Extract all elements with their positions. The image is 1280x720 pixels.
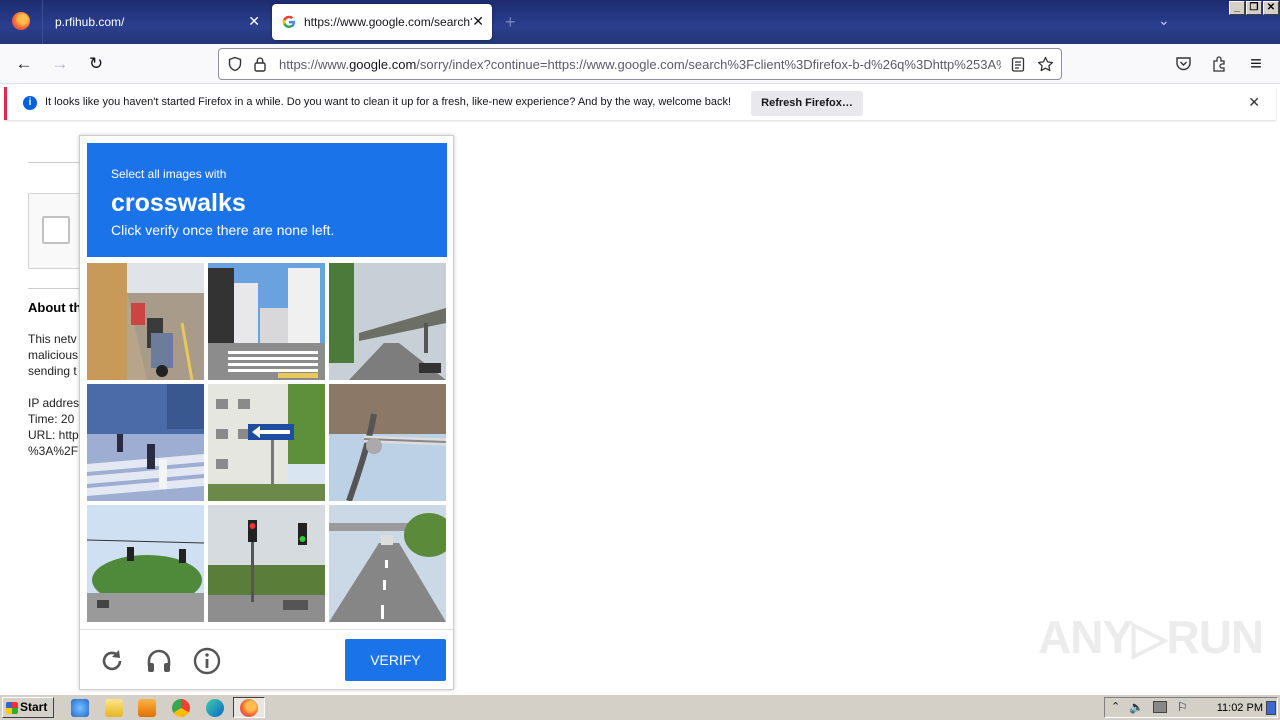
about-heading: About th [28, 300, 80, 315]
chevron-down-icon[interactable]: ⌄ [1158, 12, 1170, 29]
firefox-logo-icon[interactable] [12, 12, 30, 30]
image-tile-traffic-lights-intersection[interactable] [208, 505, 325, 622]
anyrun-watermark: ANY▷RUN [1038, 611, 1264, 663]
url-prefix: https://www. [279, 57, 350, 72]
page-text-line: URL: http [28, 428, 79, 442]
firefox-icon [240, 699, 258, 717]
image-tile-people-crosswalk[interactable] [87, 384, 204, 501]
recaptcha-checkbox[interactable] [42, 216, 70, 244]
challenge-target: crosswalks [111, 189, 246, 217]
page-text-line: IP addres [28, 396, 80, 410]
lock-icon[interactable] [253, 56, 267, 72]
tab-label: https://www.google.com/search?client= [304, 15, 472, 29]
notification-text: It looks like you haven't started Firefo… [45, 96, 732, 108]
ie-icon[interactable] [71, 699, 89, 717]
edge-icon[interactable] [206, 699, 224, 717]
taskbar-firefox-button[interactable] [233, 697, 265, 718]
image-tile-overpass-road[interactable] [329, 263, 446, 380]
minimize-button[interactable]: _ [1229, 1, 1245, 15]
close-icon[interactable]: ✕ [1248, 94, 1260, 111]
page-text-line: malicious [28, 348, 79, 362]
image-tile-scooter-street[interactable] [87, 263, 204, 380]
info-icon[interactable] [192, 646, 222, 676]
forward-arrow-icon[interactable]: → [50, 54, 70, 74]
page-text-line: sending t [28, 364, 77, 378]
image-tile-highway-overpass[interactable] [329, 505, 446, 622]
navigation-toolbar: ← → ↻ https://www.google.com/sorry/index… [0, 44, 1280, 84]
reload-icon[interactable]: ↻ [86, 54, 106, 74]
reload-challenge-icon[interactable] [97, 646, 127, 676]
close-window-button[interactable]: ✕ [1263, 1, 1279, 15]
tray-expand-icon[interactable]: ⌃ [1111, 700, 1120, 713]
challenge-instruction: Select all images with [111, 167, 227, 181]
shield-icon[interactable] [227, 56, 243, 72]
reader-view-icon[interactable] [1011, 57, 1025, 73]
start-button[interactable]: Start [2, 697, 54, 718]
url-text[interactable]: https://www.google.com/sorry/index?conti… [279, 57, 1001, 72]
system-tray: ⌃ 🔈 ⚐ 11:02 PM [1104, 697, 1278, 718]
show-desktop-icon[interactable] [1266, 701, 1276, 715]
image-tile-one-way-sign-building[interactable] [208, 384, 325, 501]
clock: 11:02 PM [1216, 702, 1263, 714]
back-arrow-icon[interactable]: ← [14, 54, 34, 74]
url-bar[interactable]: https://www.google.com/sorry/index?conti… [218, 48, 1062, 80]
image-tile-traffic-light-trees[interactable] [87, 505, 204, 622]
pocket-icon[interactable] [1175, 55, 1192, 72]
flag-icon[interactable]: ⚐ [1177, 700, 1188, 714]
challenge-header: Select all images with crosswalks Click … [87, 143, 447, 257]
tab-rfihub[interactable]: p.rfihub.com/ ✕ [42, 0, 268, 44]
menu-icon[interactable]: ≡ [1246, 54, 1266, 74]
verify-button[interactable]: VERIFY [345, 639, 446, 681]
google-favicon-icon [282, 15, 295, 28]
media-icon[interactable] [138, 699, 156, 717]
image-tile-metal-pole-closeup[interactable] [329, 384, 446, 501]
image-tile-building-crosswalk[interactable] [208, 263, 325, 380]
close-icon[interactable]: ✕ [248, 13, 260, 30]
explorer-icon[interactable] [105, 699, 123, 717]
tab-label: p.rfihub.com/ [55, 15, 125, 29]
refresh-firefox-button[interactable]: Refresh Firefox… [751, 91, 863, 116]
url-domain: google.com [349, 57, 417, 72]
start-label: Start [20, 700, 48, 714]
refresh-notification-bar: i It looks like you haven't started Fire… [4, 87, 1276, 120]
tab-google-search[interactable]: https://www.google.com/search?client= ✕ [272, 4, 492, 40]
url-path: /sorry/index?continue=https://www.google… [416, 57, 1001, 72]
volume-icon[interactable]: 🔈 [1129, 700, 1144, 714]
taskbar: Start ⌃ 🔈 ⚐ 11:02 PM [0, 694, 1280, 720]
tab-bar: p.rfihub.com/ ✕ https://www.google.com/s… [0, 0, 1280, 44]
recaptcha-challenge: Select all images with crosswalks Click … [79, 135, 454, 690]
challenge-hint: Click verify once there are none left. [111, 222, 335, 238]
divider [80, 629, 453, 630]
page-text-line: This netv [28, 332, 77, 346]
bookmark-star-icon[interactable] [1037, 56, 1054, 73]
network-icon[interactable] [1153, 701, 1167, 713]
extensions-icon[interactable] [1211, 55, 1228, 72]
windows-logo-icon [6, 702, 18, 714]
new-tab-button[interactable]: + [505, 12, 516, 33]
close-icon[interactable]: ✕ [472, 13, 484, 30]
info-icon: i [23, 96, 37, 110]
chrome-icon[interactable] [172, 699, 190, 717]
headphones-icon[interactable] [144, 646, 174, 676]
page-text-line: %3A%2F [28, 444, 79, 458]
page-text-line: Time: 20 [28, 412, 75, 426]
maximize-button[interactable]: ❐ [1246, 1, 1262, 15]
